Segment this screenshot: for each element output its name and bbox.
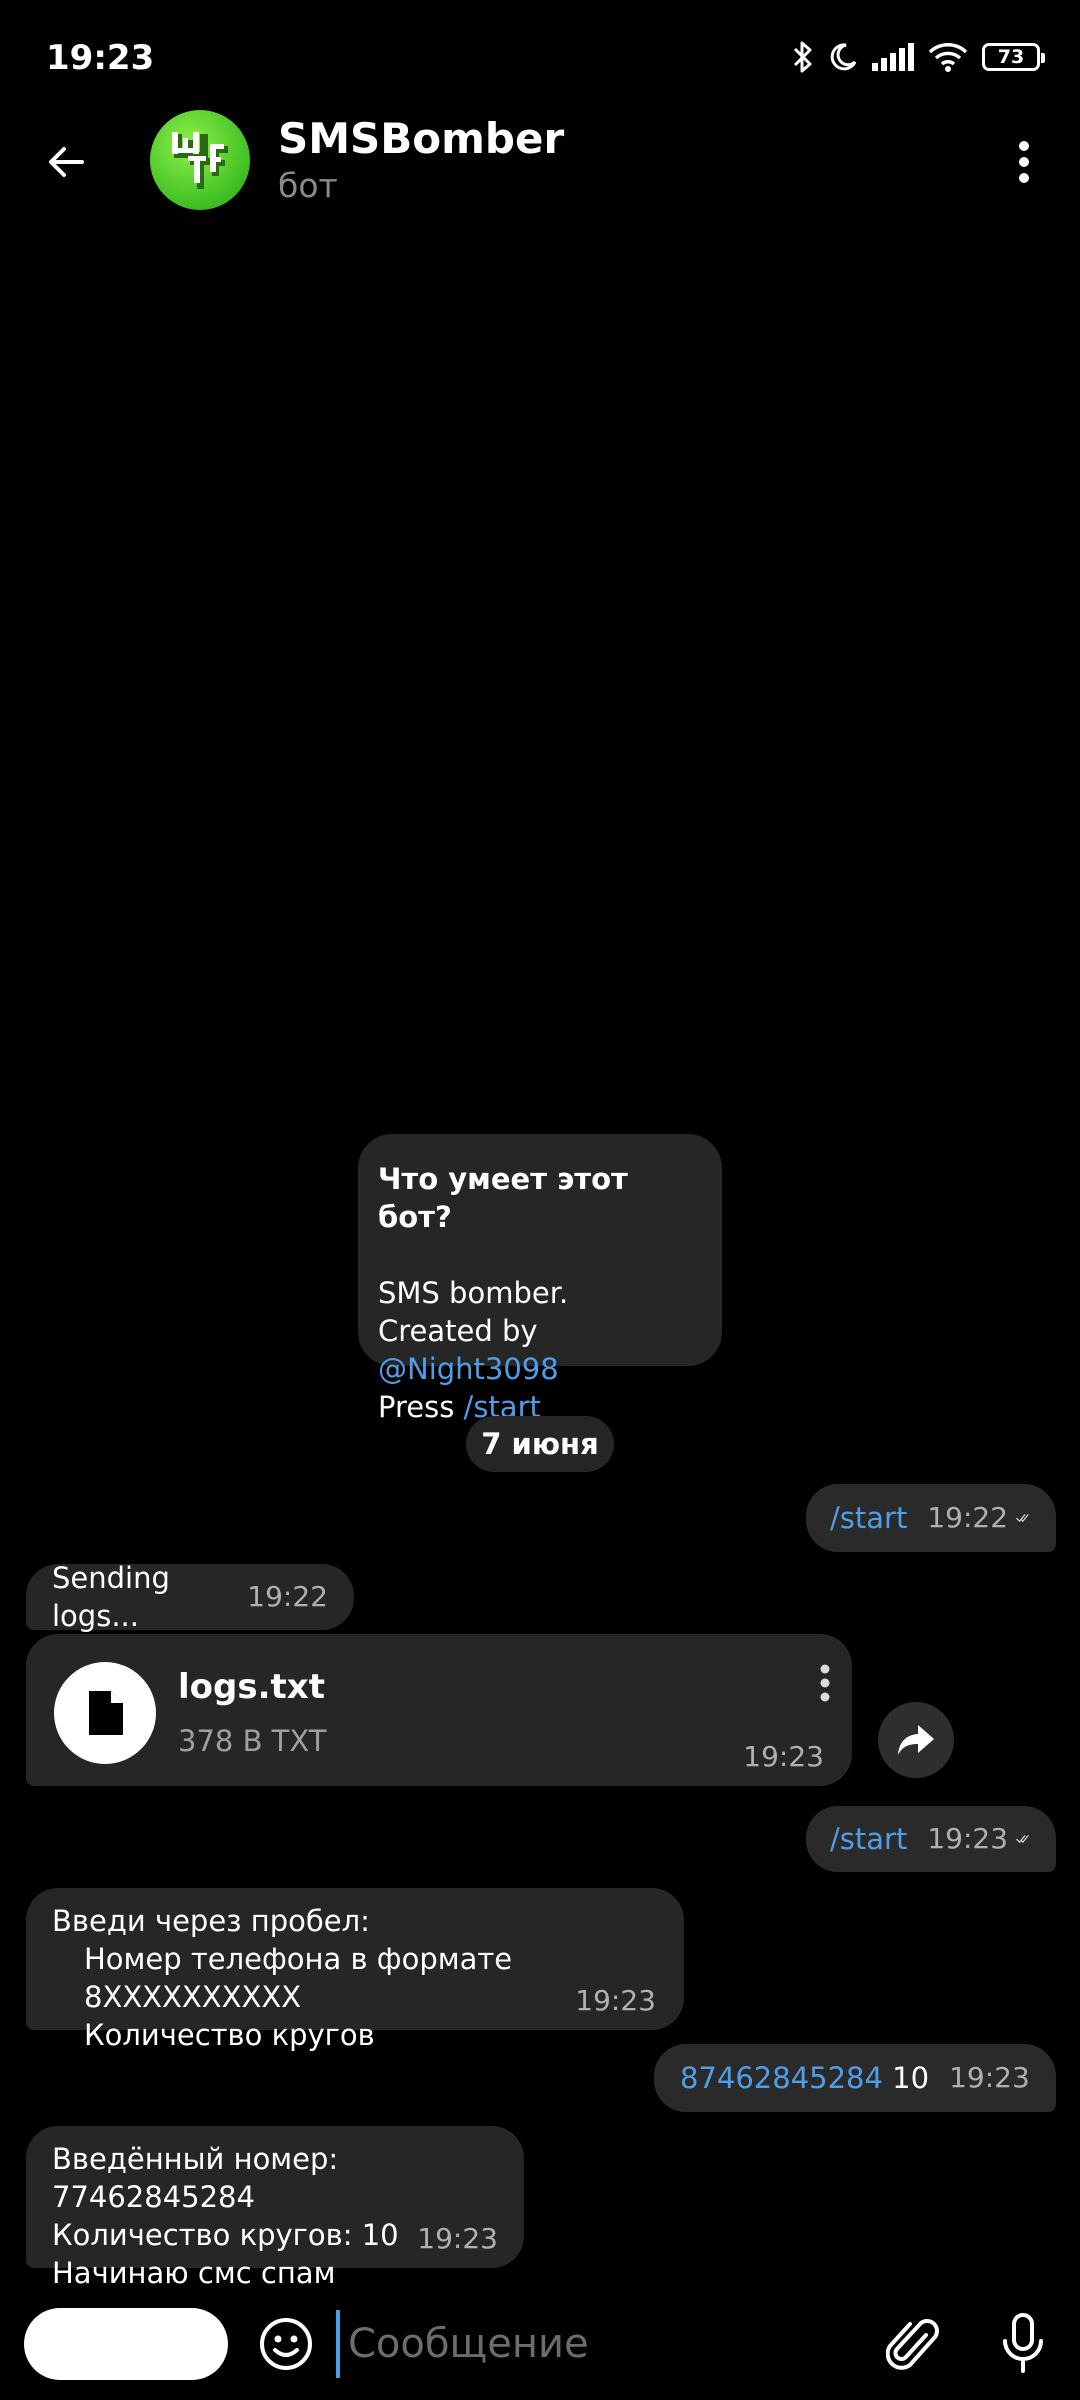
outgoing-message[interactable]: /start 19:22 [806,1484,1056,1552]
battery-indicator: 73 [982,43,1045,71]
battery-level: 73 [997,46,1025,68]
microphone-button[interactable] [990,2308,1056,2380]
message-line: Введённый номер: 77462845284 [52,2142,339,2214]
message-text: Sending logs... [52,1561,170,1633]
outgoing-message[interactable]: 87462845284 10 19:23 [654,2044,1056,2112]
share-button[interactable] [878,1702,954,1778]
bot-avatar[interactable] [150,110,250,210]
more-vertical-icon [1019,141,1029,183]
message-input[interactable] [336,2310,856,2378]
message-time: 19:22 [247,1580,328,1613]
message-line: Номер телефона в формате 8XXXXXXXXXX [84,1942,513,2014]
keyboard-toggle-button[interactable] [24,2308,228,2380]
back-button[interactable] [34,130,98,194]
file-meta: 378 B TXT [178,1724,327,1758]
emoji-button[interactable] [254,2312,318,2376]
message-time: 19:23 [743,1740,824,1773]
bot-info-text: Created by [378,1314,538,1348]
smile-icon [260,2318,312,2370]
double-check-icon [1016,1514,1029,1522]
bluetooth-icon [792,40,814,74]
bot-info-text: Press [378,1390,464,1424]
bot-info-line: SMS bomber. [378,1276,569,1310]
signal-icon [872,43,914,71]
document-icon [89,1691,123,1735]
wifi-icon [928,42,968,72]
message-time: 19:23 [417,2222,498,2255]
command-link[interactable]: /start [830,1820,907,1858]
wtf-logo-icon [172,132,228,189]
do-not-disturb-moon-icon [828,42,858,72]
more-menu-button[interactable] [996,130,1052,194]
message-line: Количество кругов [84,2018,375,2052]
message-line: Начинаю смс спам [52,2256,336,2290]
message-composer [0,2290,1080,2400]
microphone-icon [1003,2313,1043,2373]
message-time: 19:23 [927,1822,1009,1855]
message-time: 19:22 [927,1501,1009,1534]
attach-button[interactable] [880,2310,946,2380]
incoming-message[interactable]: Введённый номер: 77462845284 Количество … [26,2126,524,2290]
command-link[interactable]: /start [830,1499,907,1537]
chat-title[interactable]: SMSBomber [278,114,564,163]
incoming-message[interactable]: Введи через пробел: Номер телефона в фор… [26,1888,684,2052]
message-line: Введи через пробел: [52,1904,370,1938]
status-time: 19:23 [46,38,155,78]
file-message[interactable]: logs.txt 378 B TXT 19:23 [26,1634,852,1786]
file-menu-button[interactable] [810,1658,840,1708]
message-text: 10 [882,2061,930,2095]
date-separator: 7 июня [466,1416,614,1472]
share-arrow-icon [898,1725,934,1755]
author-link[interactable]: @Night3098 [378,1352,559,1386]
message-time: 19:23 [575,1984,656,2017]
file-name: logs.txt [178,1667,325,1707]
chat-header: SMSBomber бот [0,100,1080,220]
bot-info-title: Что умеет этот бот? [378,1162,628,1234]
message-time: 19:23 [949,2061,1030,2094]
double-check-icon [1016,1835,1029,1843]
more-vertical-icon [820,1664,830,1702]
bot-info-card: Что умеет этот бот? SMS bomber. Created … [358,1134,722,1424]
status-icons: 73 [792,40,1045,74]
file-download-button[interactable] [54,1662,156,1764]
phone-number-link[interactable]: 87462845284 [680,2059,883,2097]
incoming-message[interactable]: Sending logs... 19:22 [26,1561,354,1633]
outgoing-message[interactable]: /start 19:23 [806,1806,1056,1872]
arrow-left-icon [49,147,84,177]
bot-info-line: Created by @Night3098 [378,1312,702,1388]
chat-subtitle: бот [278,166,338,205]
paperclip-icon [886,2319,939,2370]
